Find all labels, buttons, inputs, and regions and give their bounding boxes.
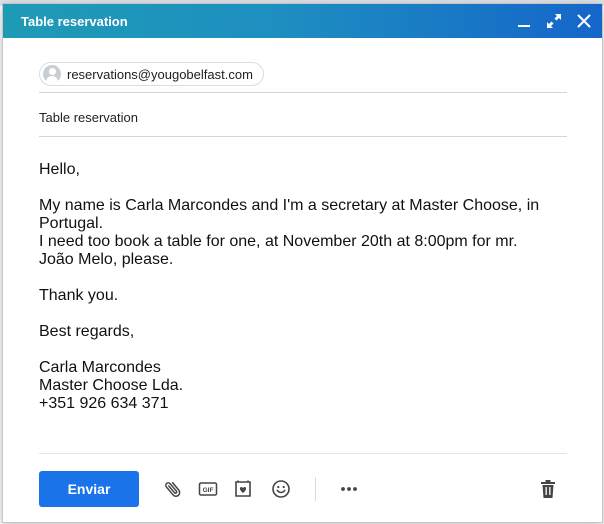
attach-icon — [165, 482, 181, 497]
subject-text: Table reservation — [39, 110, 138, 125]
recipient-chip[interactable]: reservations@yougobelfast.com — [39, 62, 264, 86]
send-button[interactable]: Enviar — [39, 471, 139, 507]
more-options-button[interactable] — [337, 477, 361, 501]
trash-icon — [541, 480, 555, 498]
sticker-icon — [235, 480, 251, 497]
emoji-icon — [272, 480, 290, 498]
attach-button[interactable] — [161, 477, 185, 501]
minimize-button[interactable] — [512, 9, 536, 33]
compose-title: Table reservation — [21, 13, 128, 29]
body-closing: Best regards, — [39, 323, 135, 340]
minimize-icon — [518, 25, 530, 27]
toolbar-separator — [315, 477, 316, 501]
compose-titlebar: Table reservation — [3, 4, 602, 38]
subject-field[interactable]: Table reservation — [39, 92, 567, 137]
close-icon — [577, 14, 591, 28]
gif-label: GIF — [203, 487, 214, 494]
body-line: Portugal. — [39, 215, 104, 232]
expand-icon — [547, 14, 561, 28]
body-line: My name is Carla Marcondes and I'm a sec… — [39, 197, 540, 214]
sticker-button[interactable] — [231, 477, 255, 501]
body-thanks: Thank you. — [39, 287, 119, 304]
compose-window: Table reservation reservations@yougobelf… — [2, 3, 603, 523]
signature-company: Master Choose Lda. — [39, 377, 184, 394]
recipient-email: reservations@yougobelfast.com — [67, 66, 253, 82]
signature-phone: +351 926 634 371 — [39, 395, 169, 412]
emoji-button[interactable] — [269, 477, 293, 501]
footer-divider — [39, 453, 567, 454]
more-icon — [341, 487, 357, 491]
body-greeting: Hello, — [39, 161, 80, 178]
message-body[interactable]: Hello, My name is Carla Marcondes and I'… — [39, 161, 559, 413]
close-button[interactable] — [572, 9, 596, 33]
avatar — [43, 65, 61, 83]
body-line: João Melo, please. — [39, 251, 174, 268]
expand-button[interactable] — [542, 9, 566, 33]
discard-button[interactable] — [536, 477, 560, 501]
body-line: I need too book a table for one, at Nove… — [39, 233, 518, 250]
recipients-field[interactable]: reservations@yougobelfast.com — [39, 50, 567, 93]
gif-icon: GIF — [198, 482, 218, 496]
gif-button[interactable]: GIF — [196, 477, 220, 501]
signature-name: Carla Marcondes — [39, 359, 161, 376]
